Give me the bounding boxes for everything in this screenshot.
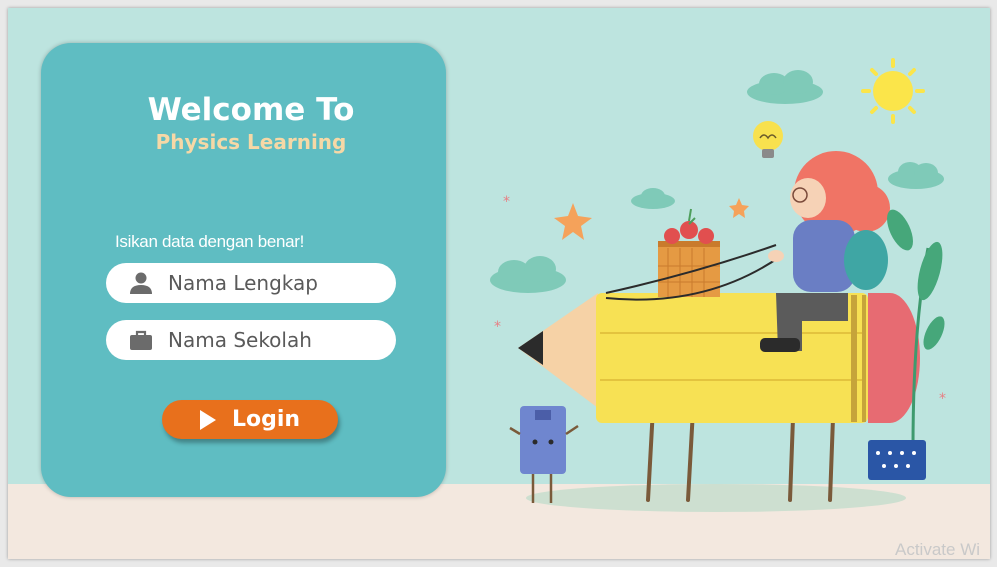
app-window: * * * Welcome To Physics Learning Isikan…: [8, 8, 990, 559]
ground-shadow: [526, 484, 906, 512]
briefcase-icon: [128, 327, 154, 353]
app-subtitle: Physics Learning: [155, 130, 347, 154]
svg-text:*: *: [939, 391, 946, 407]
svg-text:*: *: [503, 194, 510, 210]
school-name-field[interactable]: [106, 320, 396, 360]
activate-windows-watermark: Activate Wi: [895, 540, 981, 559]
login-panel: Welcome To Physics Learning Isikan data …: [41, 43, 446, 497]
sun-shape: [861, 58, 925, 124]
user-icon: [128, 270, 154, 296]
lightbulb-shape: [753, 121, 783, 158]
welcome-title: Welcome To: [147, 92, 355, 128]
school-name-input[interactable]: [168, 328, 383, 352]
play-icon: [199, 409, 216, 430]
svg-text:*: *: [494, 319, 501, 335]
full-name-input[interactable]: [168, 271, 383, 295]
sharpener-character: [509, 406, 579, 503]
form-instruction: Isikan data dengan benar!: [115, 232, 305, 251]
login-button[interactable]: Login: [162, 400, 338, 439]
basket-shape: [658, 208, 720, 297]
pencil-shape: [518, 293, 920, 423]
full-name-field[interactable]: [106, 263, 396, 303]
login-label: Login: [231, 407, 301, 432]
